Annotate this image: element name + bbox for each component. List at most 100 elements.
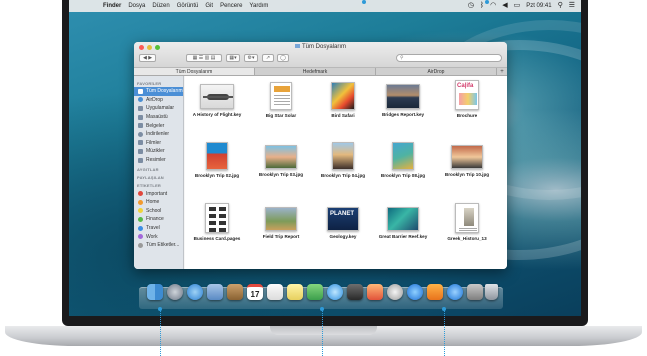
- search-icon: ⚲: [400, 55, 404, 61]
- menu-bar: Finder Dosya Düzen Görüntü Git Pencere Y…: [69, 0, 581, 12]
- sidebar-item-label: Home: [146, 199, 160, 206]
- file-item-brooklyn-04[interactable]: Brooklyn Trip 04.jpg: [313, 142, 373, 178]
- apple-menu-icon[interactable]: [89, 2, 97, 10]
- file-item-brooklyn-03[interactable]: Brooklyn Trip 03.jpg: [251, 145, 311, 177]
- menu-help[interactable]: Yardım: [249, 3, 268, 9]
- time-machine-icon[interactable]: ◷: [468, 0, 474, 12]
- arrange-button[interactable]: ▦▾: [226, 54, 240, 62]
- sidebar-item-documents[interactable]: Belgeler: [134, 121, 183, 130]
- view-mode-buttons[interactable]: ▦ ☰ ▥ ▤: [186, 54, 222, 62]
- back-forward-buttons[interactable]: ◀ ▶: [139, 54, 156, 62]
- sidebar-tag-travel[interactable]: Travel: [134, 224, 183, 233]
- sidebar-item-all-my-files[interactable]: Tüm Dosyalarım: [134, 87, 183, 96]
- sidebar-item-movies[interactable]: Filmler: [134, 139, 183, 148]
- photo-booth-dock-icon[interactable]: [367, 284, 383, 300]
- battery-icon[interactable]: ▭: [514, 0, 521, 12]
- file-item-brooklyn-02[interactable]: Brooklyn Trip 02.jpg: [187, 142, 247, 178]
- file-name: Brooklyn Trip 02.jpg: [194, 173, 240, 178]
- menu-file[interactable]: Dosya: [128, 3, 145, 9]
- window-titlebar: Tüm Dosyalarım ◀ ▶ ▦ ☰ ▥ ▤ ▦▾ ⚙▾ ↗ ◯ ⚲: [134, 42, 507, 68]
- contacts-dock-icon[interactable]: [227, 284, 243, 300]
- tab-airdrop[interactable]: AirDrop: [376, 68, 497, 75]
- file-item-geology[interactable]: PLANET Geology.key: [313, 207, 373, 239]
- mail-dock-icon[interactable]: [207, 284, 223, 300]
- launchpad-dock-icon[interactable]: [167, 284, 183, 300]
- calendar-dock-icon[interactable]: 17: [247, 284, 263, 300]
- file-item-business-card[interactable]: Business Card.pages: [187, 203, 247, 241]
- sidebar-item-downloads[interactable]: İndirilenler: [134, 130, 183, 139]
- sidebar-tag-school[interactable]: School: [134, 207, 183, 216]
- app-store-dock-icon[interactable]: [447, 284, 463, 300]
- photo-thumbnail: [206, 142, 228, 170]
- sidebar-item-desktop[interactable]: Masaüstü: [134, 113, 183, 122]
- tag-button[interactable]: ◯: [277, 54, 289, 62]
- sidebar-item-label: Masaüstü: [146, 114, 168, 121]
- file-name: Great Barrier Reef.key: [378, 234, 428, 239]
- action-gear-icon[interactable]: ⚙▾: [244, 54, 258, 62]
- callout-dot: [362, 0, 366, 4]
- sidebar-item-label: Travel: [146, 225, 160, 232]
- photos-dock-icon[interactable]: [387, 284, 403, 300]
- card-grid: [209, 207, 216, 211]
- menu-edit[interactable]: Düzen: [152, 3, 169, 9]
- file-item-brooklyn-10[interactable]: Brooklyn Trip 10.jpg: [437, 145, 497, 177]
- sidebar-item-label: AirDrop: [146, 96, 163, 103]
- file-item-greek-history[interactable]: Greek_Historu_13: [437, 203, 497, 241]
- share-button[interactable]: ↗: [262, 54, 274, 62]
- file-name: Bridges Report.key: [381, 112, 425, 117]
- file-item-big-star-solar[interactable]: Big Star Solar: [251, 82, 311, 118]
- tab-bookmark[interactable]: Hedefmark: [255, 68, 376, 75]
- file-item-brooklyn-08[interactable]: Brooklyn Trip 08.jpg: [373, 142, 433, 178]
- facetime-dock-icon[interactable]: [347, 284, 363, 300]
- photo-thumbnail: [332, 142, 354, 170]
- trash-dock-icon[interactable]: [485, 284, 498, 300]
- sidebar-item-applications[interactable]: Uygulamalar: [134, 104, 183, 113]
- sidebar-tag-home[interactable]: Home: [134, 198, 183, 207]
- menu-clock[interactable]: Pzt 09:41: [526, 3, 551, 9]
- keynote-thumbnail: PLANET: [327, 207, 359, 231]
- itunes-dock-icon[interactable]: [407, 284, 423, 300]
- ibooks-dock-icon[interactable]: [427, 284, 443, 300]
- sidebar-section-tags: ETİKETLER: [137, 183, 162, 189]
- statue-shape: [464, 208, 474, 226]
- file-item-history-of-flight[interactable]: A History of Flight.key: [187, 84, 247, 117]
- bluetooth-icon[interactable]: ᛒ: [480, 0, 484, 12]
- sidebar-item-pictures[interactable]: Resimler: [134, 156, 183, 165]
- file-item-bridges-report[interactable]: Bridges Report.key: [373, 84, 433, 117]
- maps-dock-icon[interactable]: [307, 284, 323, 300]
- volume-icon[interactable]: ◀: [502, 0, 507, 12]
- file-item-field-trip-report[interactable]: Field Trip Report: [251, 207, 311, 239]
- notes-dock-icon[interactable]: [287, 284, 303, 300]
- finder-window: Tüm Dosyalarım ◀ ▶ ▦ ☰ ▥ ▤ ▦▾ ⚙▾ ↗ ◯ ⚲ T…: [134, 42, 507, 269]
- tag-color-dot: [138, 191, 143, 197]
- sidebar-tag-work[interactable]: Work: [134, 232, 183, 241]
- doc-header-block: [274, 86, 290, 92]
- finder-dock-icon[interactable]: [147, 284, 163, 300]
- menu-window[interactable]: Pencere: [220, 3, 242, 9]
- sidebar-tag-all-tags[interactable]: Tüm Etiketler...: [134, 241, 183, 250]
- search-input[interactable]: ⚲: [396, 54, 502, 62]
- file-item-bird-safari[interactable]: Bird Safari: [313, 82, 373, 118]
- spotlight-icon[interactable]: ⚲: [558, 0, 563, 12]
- tag-color-dot: [138, 242, 143, 248]
- menu-finder[interactable]: Finder: [103, 3, 121, 9]
- callout-line: [322, 309, 323, 356]
- sidebar-item-airdrop[interactable]: AirDrop: [134, 96, 183, 105]
- file-item-brochure[interactable]: Ca|ifa Brochure: [437, 80, 497, 118]
- notification-center-icon[interactable]: ☰: [569, 0, 575, 12]
- menu-go[interactable]: Git: [205, 3, 213, 9]
- file-item-great-barrier-reef[interactable]: Great Barrier Reef.key: [373, 207, 433, 239]
- sidebar-tag-finance[interactable]: Finance: [134, 215, 183, 224]
- tag-color-dot: [138, 208, 143, 214]
- keynote-thumbnail: [386, 84, 420, 109]
- sidebar-item-music[interactable]: Müzikler: [134, 147, 183, 156]
- tab-all-files[interactable]: Tüm Dosyalarım: [134, 68, 255, 75]
- reminders-dock-icon[interactable]: [267, 284, 283, 300]
- safari-dock-icon[interactable]: [187, 284, 203, 300]
- system-preferences-dock-icon[interactable]: [467, 284, 483, 300]
- sidebar-tag-important[interactable]: Important: [134, 189, 183, 198]
- wifi-icon[interactable]: ◠: [490, 0, 496, 12]
- menu-view[interactable]: Görüntü: [177, 3, 199, 9]
- add-tab-button[interactable]: +: [497, 68, 507, 75]
- messages-dock-icon[interactable]: [327, 284, 343, 300]
